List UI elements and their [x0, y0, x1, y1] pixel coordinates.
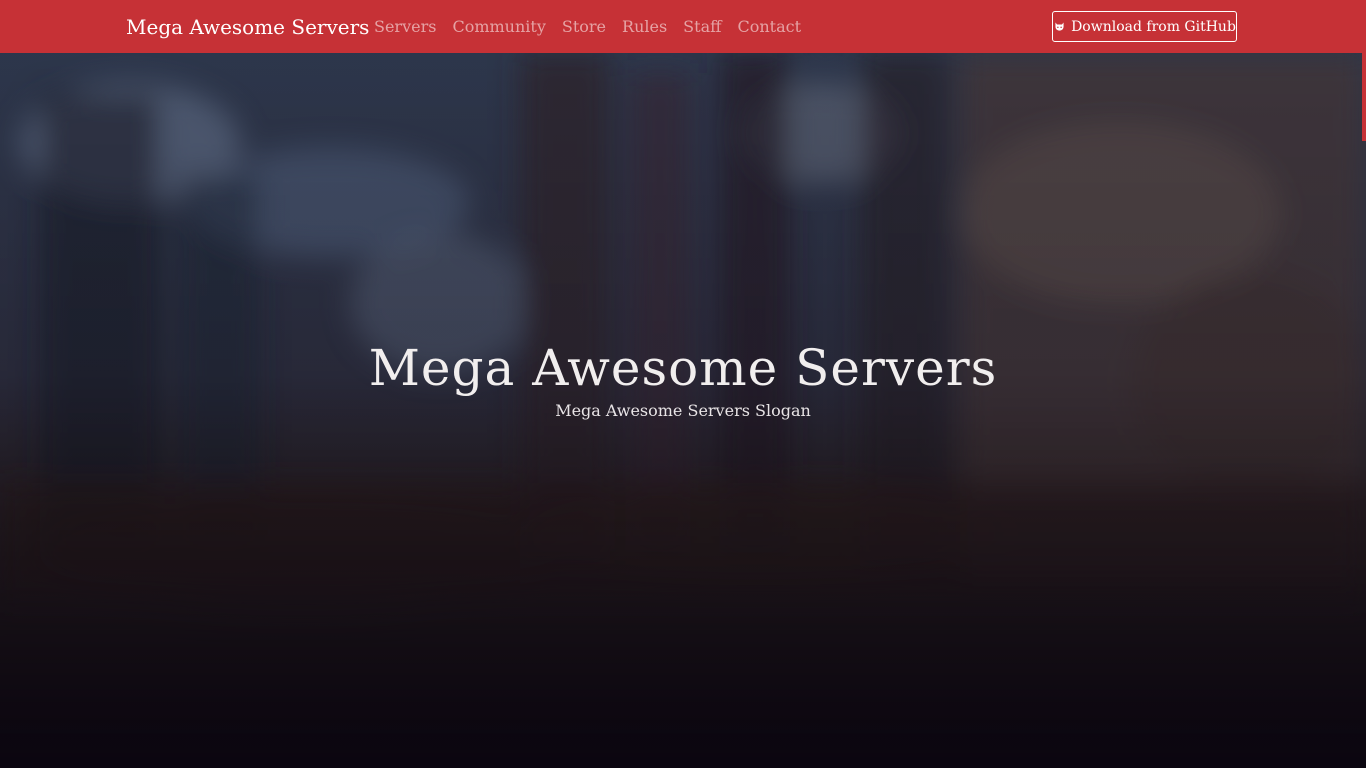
top-navbar: Mega Awesome Servers Servers Community S…	[0, 0, 1366, 53]
hero-slogan: Mega Awesome Servers Slogan	[555, 401, 811, 420]
hero-section: Mega Awesome Servers Mega Awesome Server…	[0, 53, 1366, 768]
nav-link-rules[interactable]: Rules	[614, 16, 675, 38]
scrollbar-thumb[interactable]	[1362, 53, 1366, 141]
nav-link-contact[interactable]: Contact	[729, 16, 809, 38]
hero-content: Mega Awesome Servers Mega Awesome Server…	[0, 339, 1366, 421]
nav-link-store[interactable]: Store	[554, 16, 614, 38]
nav-link-servers[interactable]: Servers	[366, 16, 444, 38]
github-icon	[1055, 22, 1064, 31]
download-github-label: Download from GitHub	[1071, 18, 1236, 35]
nav-links: Servers Community Store Rules Staff Cont…	[366, 16, 809, 38]
hero-title: Mega Awesome Servers	[368, 339, 998, 397]
nav-link-staff[interactable]: Staff	[675, 16, 729, 38]
nav-link-community[interactable]: Community	[444, 16, 553, 38]
download-github-button[interactable]: Download from GitHub	[1052, 11, 1237, 42]
brand-link[interactable]: Mega Awesome Servers	[126, 14, 369, 40]
